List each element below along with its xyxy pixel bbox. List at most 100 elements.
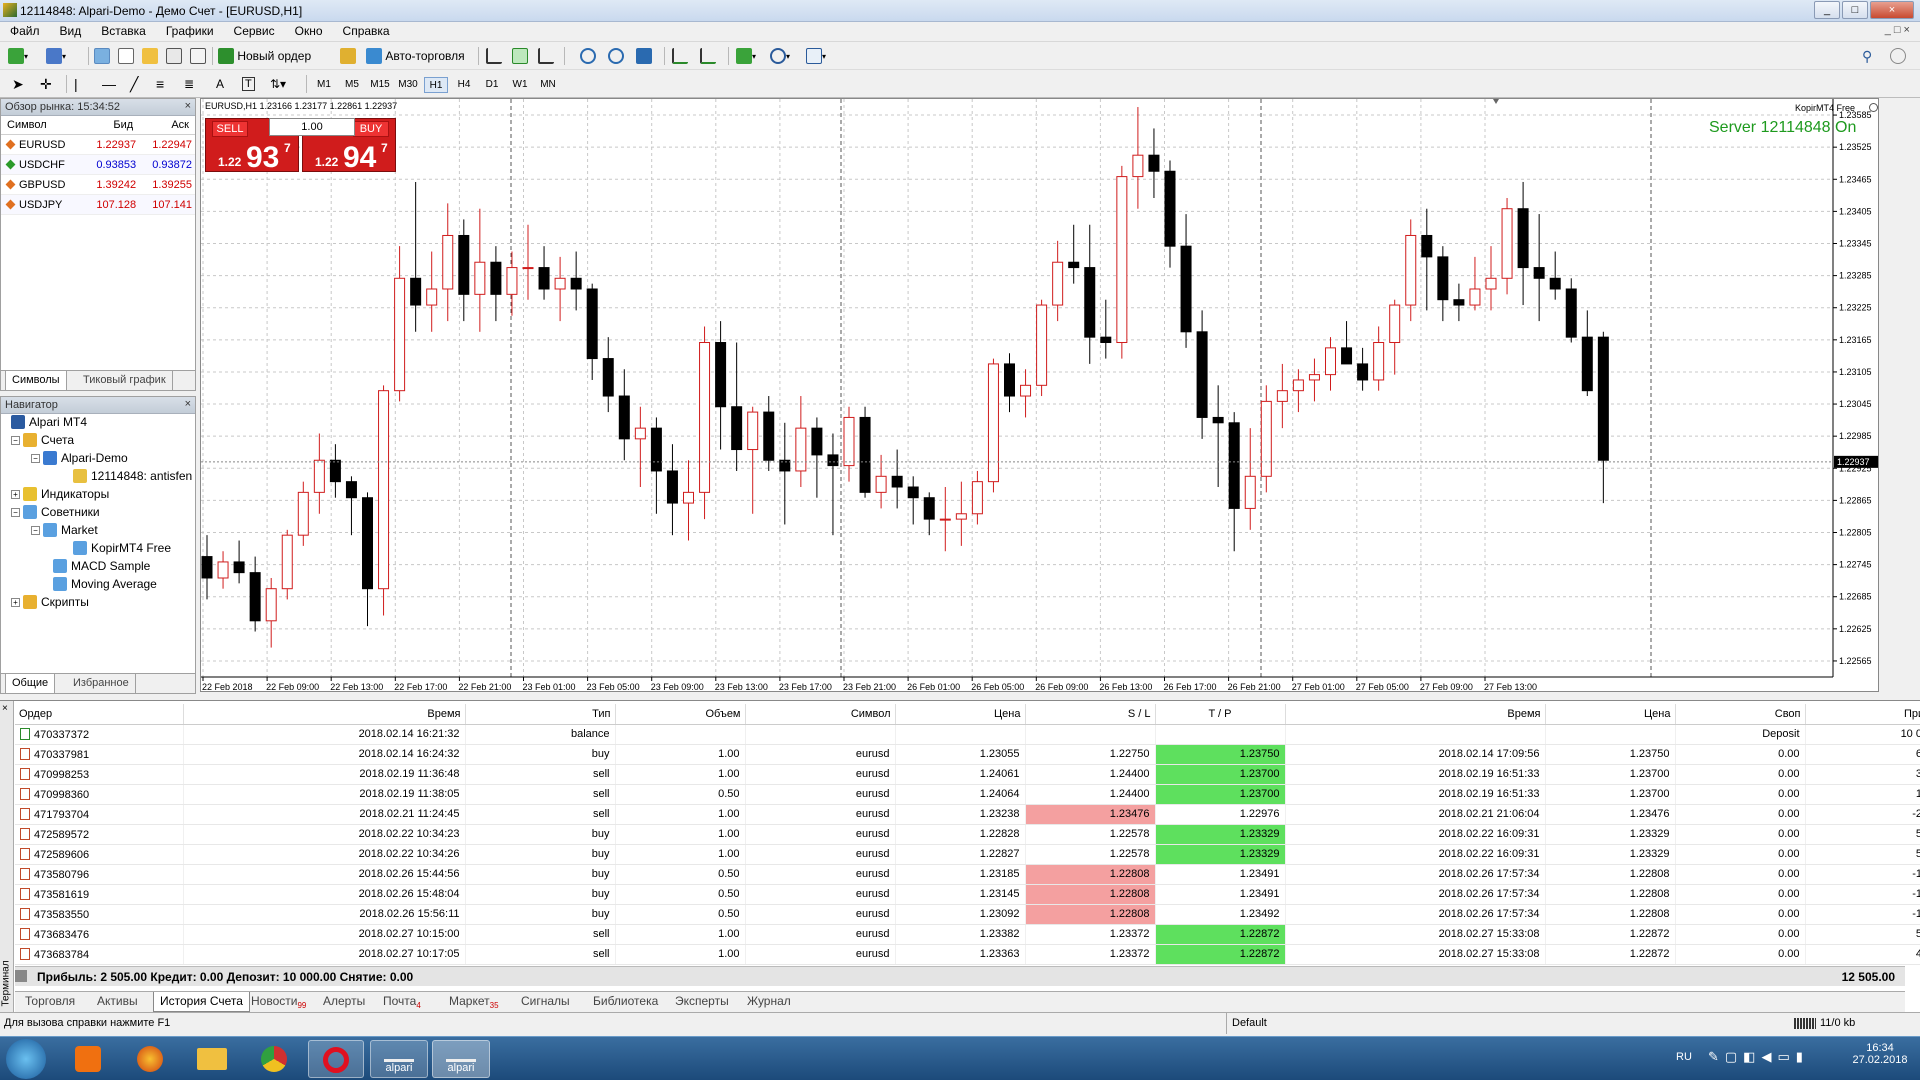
nav-account[interactable]: 12114848: antisfen — [73, 469, 192, 483]
chrome-button[interactable] — [246, 1040, 302, 1078]
history-row[interactable]: 470998253 2018.02.19 11:36:48 sell 1.00 euru… — [15, 764, 1920, 785]
terminal-tab-7[interactable]: Сигналы — [515, 992, 576, 1012]
market-watch-row[interactable]: GBPUSD 1.39242 1.39255 — [1, 174, 195, 195]
tab-tick-chart[interactable]: Тиковый график — [77, 371, 173, 390]
opera-button[interactable] — [308, 1040, 364, 1078]
explorer-button[interactable] — [184, 1040, 240, 1078]
history-col-header[interactable]: Ордер — [15, 704, 184, 725]
history-col-header[interactable]: T / P — [1155, 704, 1286, 725]
tab-favorites[interactable]: Избранное — [67, 674, 136, 693]
templates-dropdown[interactable]: ▾ — [806, 46, 826, 66]
lot-size-input[interactable]: 1.00 — [269, 118, 355, 136]
history-col-header[interactable]: Объем — [615, 704, 746, 725]
history-col-header[interactable]: Символ — [745, 704, 896, 725]
new-order-button[interactable]: Новый ордер — [218, 46, 311, 66]
community-button[interactable] — [1890, 46, 1906, 66]
expand-icon[interactable]: + — [11, 489, 20, 499]
tile-windows-button[interactable] — [636, 46, 652, 66]
collapse-icon[interactable]: − — [31, 453, 40, 463]
market-watch-toggle[interactable] — [94, 46, 110, 66]
timeframe-m1[interactable]: M1 — [312, 77, 336, 93]
trendline-tool[interactable]: ╱ — [130, 74, 138, 94]
nav-macd[interactable]: MACD Sample — [53, 559, 150, 573]
history-row[interactable]: 470337981 2018.02.14 16:24:32 buy 1.00 eurus… — [15, 744, 1920, 765]
history-row[interactable]: 473683476 2018.02.27 10:15:00 sell 1.00 euru… — [15, 924, 1920, 945]
firefox-button[interactable] — [122, 1040, 178, 1078]
nav-scripts[interactable]: + Скрипты — [11, 595, 89, 609]
terminal-tab-8[interactable]: Библиотека — [587, 992, 664, 1012]
nav-kopir[interactable]: KopirMT4 Free — [73, 541, 171, 555]
bar-chart-button[interactable] — [486, 46, 502, 66]
fibo-tool[interactable]: ≣ — [184, 74, 194, 94]
market-watch-row[interactable]: USDJPY 107.128 107.141 — [1, 194, 195, 215]
terminal-tab-2[interactable]: История Счета — [153, 992, 250, 1012]
nav-indicators[interactable]: + Индикаторы — [11, 487, 109, 501]
timeframe-h4[interactable]: H4 — [452, 77, 476, 93]
arrows-dropdown[interactable]: ⇅▾ — [270, 74, 286, 94]
history-row[interactable]: 470337372 2018.02.14 16:21:32 balance Depos… — [15, 724, 1920, 745]
terminal-toggle[interactable] — [166, 46, 182, 66]
market-watch-row[interactable]: EURUSD 1.22937 1.22947 — [1, 134, 195, 155]
taskbar-alpari-2[interactable]: alpari — [432, 1040, 490, 1078]
collapse-icon[interactable]: − — [31, 525, 40, 535]
tab-common[interactable]: Общие — [5, 674, 56, 693]
history-row[interactable]: 472589606 2018.02.22 10:34:26 buy 1.00 eurus… — [15, 844, 1920, 865]
candlestick-button[interactable] — [512, 46, 528, 66]
language-indicator[interactable]: RU — [1676, 1051, 1692, 1063]
vertical-line-tool[interactable]: | — [74, 74, 78, 94]
timeframe-m30[interactable]: M30 — [396, 77, 420, 93]
nav-market[interactable]: − Market — [31, 523, 98, 537]
terminal-tab-5[interactable]: Почта4 — [377, 992, 427, 1012]
zoom-out-button[interactable] — [608, 46, 624, 66]
label-tool[interactable]: T — [242, 74, 255, 94]
history-col-header[interactable]: Прибыль — [1805, 704, 1920, 725]
history-row[interactable]: 473583550 2018.02.26 15:56:11 buy 0.50 eurus… — [15, 904, 1920, 925]
expand-icon[interactable]: + — [11, 597, 20, 607]
timeframe-w1[interactable]: W1 — [508, 77, 532, 93]
collapse-icon[interactable]: − — [11, 435, 20, 445]
market-watch-row[interactable]: USDCHF 0.93853 0.93872 — [1, 154, 195, 175]
taskbar-alpari-1[interactable]: alpari — [370, 1040, 428, 1078]
zoom-in-button[interactable] — [580, 46, 596, 66]
col-bid[interactable]: Бид — [83, 116, 140, 135]
crosshair-tool[interactable]: ✛ — [40, 74, 52, 94]
history-row[interactable]: 470998360 2018.02.19 11:38:05 sell 0.50 euru… — [15, 784, 1920, 805]
cursor-tool[interactable]: ➤ — [12, 74, 24, 94]
terminal-tab-1[interactable]: Активы — [91, 992, 144, 1012]
nav-server[interactable]: − Alpari-Demo — [31, 451, 128, 465]
history-row[interactable]: 471793704 2018.02.21 11:24:45 sell 1.00 euru… — [15, 804, 1920, 825]
close-button[interactable]: × — [1870, 1, 1914, 19]
history-col-header[interactable]: Тип — [465, 704, 616, 725]
history-row[interactable]: 473580796 2018.02.26 15:44:56 buy 0.50 eurus… — [15, 864, 1920, 885]
timeframe-m15[interactable]: M15 — [368, 77, 392, 93]
horizontal-line-tool[interactable]: — — [102, 74, 116, 94]
col-symbol[interactable]: Символ — [1, 116, 84, 135]
nav-root[interactable]: Alpari MT4 — [11, 415, 87, 429]
profiles-button[interactable]: ▾ — [46, 46, 66, 66]
text-tool[interactable]: A — [216, 74, 224, 94]
history-row[interactable]: 473683784 2018.02.27 10:17:05 sell 1.00 euru… — [15, 944, 1920, 965]
timeframe-d1[interactable]: D1 — [480, 77, 504, 93]
mdi-controls[interactable]: _ □ × — [1840, 24, 1910, 36]
nav-accounts[interactable]: − Счета — [11, 433, 74, 447]
data-window-toggle[interactable] — [118, 46, 134, 66]
channel-tool[interactable]: ≡ — [156, 74, 164, 94]
minimize-button[interactable]: _ — [1814, 1, 1840, 19]
tray-icons[interactable]: ✎▢◧◀▭▮ — [1708, 1049, 1809, 1065]
history-col-header[interactable]: Время — [183, 704, 466, 725]
timeframe-m5[interactable]: M5 — [340, 77, 364, 93]
close-icon[interactable]: × — [185, 100, 191, 112]
chart-window[interactable]: 1.23585 1.23525 1.23465 1.23405 1.23345 1.232… — [200, 98, 1879, 692]
menu-tools[interactable]: Сервис — [224, 22, 285, 42]
history-row[interactable]: 472589572 2018.02.22 10:34:23 buy 1.00 eurus… — [15, 824, 1920, 845]
menu-help[interactable]: Справка — [333, 22, 400, 42]
new-chart-button[interactable]: ▾ — [8, 46, 28, 66]
close-icon[interactable]: × — [2, 703, 8, 714]
tester-toggle[interactable] — [190, 46, 206, 66]
nav-ma[interactable]: Moving Average — [53, 577, 157, 591]
collapse-icon[interactable]: − — [11, 507, 20, 517]
history-col-header[interactable]: Своп — [1675, 704, 1806, 725]
search-button[interactable]: ⚲ — [1862, 46, 1872, 66]
history-row[interactable]: 473581619 2018.02.26 15:48:04 buy 0.50 eurus… — [15, 884, 1920, 905]
history-col-header[interactable]: Цена — [895, 704, 1026, 725]
